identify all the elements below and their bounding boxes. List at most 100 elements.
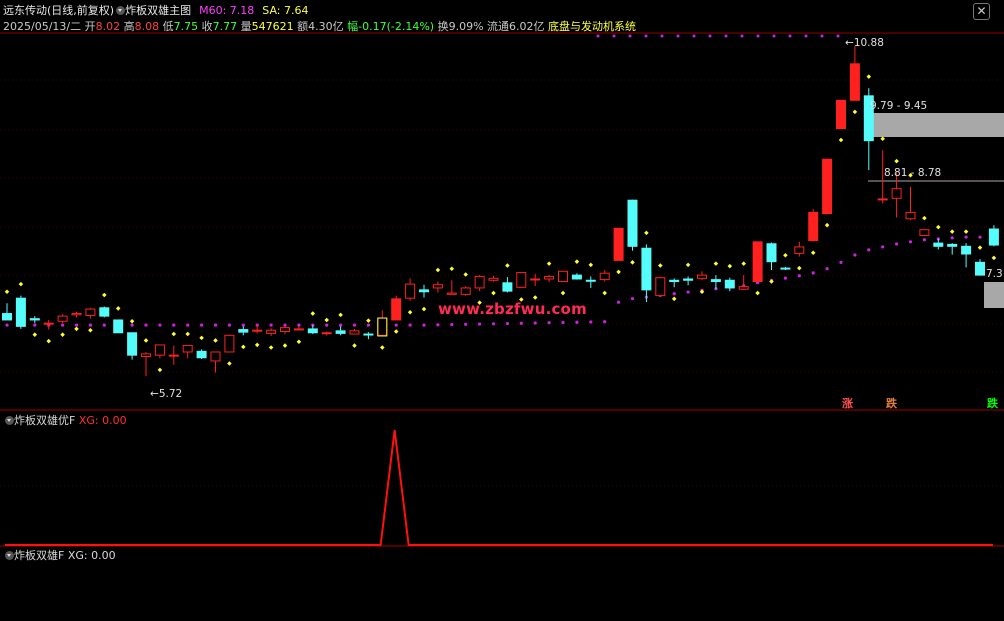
sa-dot (949, 229, 955, 234)
sa-dot (213, 338, 218, 343)
candle-body (307, 328, 318, 334)
m60-dot (603, 320, 607, 324)
m60-dot (74, 323, 79, 327)
sa-dot (310, 311, 316, 316)
candle-body (154, 344, 165, 356)
candle-body (113, 319, 124, 334)
candle-body (738, 286, 749, 290)
sa-dot (922, 215, 927, 221)
system-name: 底盘与发动机系统 (548, 20, 637, 33)
m60-dot (450, 322, 454, 327)
sa-dot (630, 260, 635, 265)
sa-dot (491, 290, 496, 296)
sa-dot (338, 312, 343, 318)
sa-dot (421, 306, 427, 312)
m60-dot (825, 267, 829, 271)
candle-body (419, 289, 429, 293)
high-value: 8.08 (134, 20, 160, 33)
sa-dot (407, 310, 413, 315)
panel2-dropdown-icon[interactable] (5, 416, 14, 425)
turnover-value: 9.09% (448, 20, 484, 33)
sa-dot (810, 250, 816, 255)
m60-dot (853, 253, 857, 257)
indicator-name[interactable]: 炸板双雄主图 (125, 4, 191, 17)
candle-body (127, 332, 138, 356)
candle-body (877, 198, 888, 201)
sa-dot (755, 290, 760, 296)
sa-dot (254, 342, 260, 348)
panel3-title[interactable]: 炸板双雄F (14, 549, 64, 562)
float-value: 6.02亿 (509, 20, 545, 33)
low-label: 低 (162, 20, 174, 33)
candle-body (71, 313, 82, 316)
m60-dot (547, 321, 551, 325)
candle-body (710, 279, 721, 283)
candle-body (919, 229, 930, 236)
dropdown-icon[interactable] (116, 6, 126, 15)
zone-upper-label: 9.79 - 9.45 (870, 100, 928, 112)
sa-dot (129, 318, 135, 324)
candle-body (335, 330, 346, 334)
low-price-marker: ←5.72 (150, 388, 183, 400)
m60-dot (366, 323, 370, 327)
candle-body (530, 278, 541, 281)
candle-body (933, 242, 944, 247)
sa-dot (616, 269, 621, 275)
sa-dot (393, 329, 399, 334)
candle-body (599, 272, 610, 281)
sa-dot (644, 230, 649, 236)
m60-dot (533, 321, 537, 325)
m60-dot (686, 290, 690, 294)
sa-dot (936, 224, 941, 230)
m60-dot (339, 323, 343, 327)
date-label: 2025/05/13/二 (3, 20, 82, 33)
sa-dot (282, 343, 288, 348)
panel2-title[interactable]: 炸板双雄优F (14, 414, 75, 427)
ceiling-dot (692, 34, 696, 38)
candle-body (891, 188, 902, 199)
sa-dot (894, 158, 899, 164)
m60-value: M60: 7.18 (199, 4, 255, 17)
ceiling-dot (772, 34, 776, 38)
candle-body (266, 329, 277, 334)
sa-dot (546, 261, 552, 266)
stock-name[interactable]: 远东传动(日线,前复权) (3, 4, 114, 17)
candle-body (43, 322, 54, 325)
candle-body (752, 241, 763, 283)
m60-dot (436, 323, 440, 327)
watermark-text: www.zbzfwu.com (438, 300, 587, 318)
last-price-box (984, 282, 1004, 308)
m60-dot (5, 323, 9, 327)
sa-dot (352, 343, 357, 348)
candle-body (641, 247, 652, 291)
candle-body (238, 329, 249, 333)
sa-dot (115, 306, 121, 311)
ceiling-dot (740, 34, 744, 38)
close-label: 收 (201, 20, 213, 33)
candle-body (627, 199, 638, 247)
candle-body (85, 308, 96, 316)
ceiling-dot (788, 34, 792, 38)
candle-body (293, 328, 304, 331)
m60-dot (589, 320, 593, 324)
sa-dot (713, 261, 719, 266)
sa-dot (602, 290, 607, 296)
m60-dot (464, 322, 468, 326)
m60-dot (881, 245, 885, 249)
sa-dot (185, 331, 190, 337)
candle-body (849, 63, 860, 101)
candle-body (460, 287, 471, 295)
candle-body (321, 332, 332, 335)
sa-dot (769, 279, 774, 284)
close-icon[interactable]: ✕ (973, 3, 990, 20)
m60-dot (978, 235, 982, 239)
candle-body (724, 279, 735, 289)
m60-dot (241, 323, 245, 327)
sa-dot (783, 253, 788, 258)
open-value: 8.02 (95, 20, 121, 33)
sa-dot (463, 272, 468, 277)
sa-dot (991, 255, 997, 261)
panel3-dropdown-icon[interactable] (5, 551, 14, 560)
open-label: 开 (84, 20, 96, 33)
m60-dot (964, 235, 968, 239)
